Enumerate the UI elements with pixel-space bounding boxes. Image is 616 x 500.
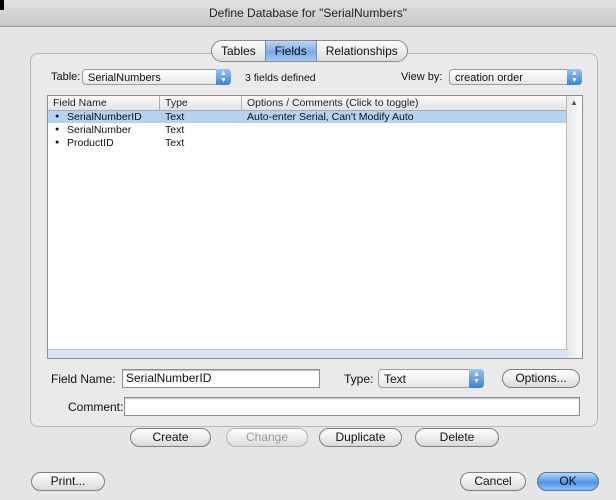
options-button[interactable]: Options... bbox=[502, 369, 580, 388]
column-header-field-name[interactable]: Field Name bbox=[48, 96, 160, 110]
scroll-up-arrow-icon[interactable]: ▲ bbox=[570, 98, 578, 107]
window-title: Define Database for "SerialNumbers" bbox=[209, 6, 407, 20]
title-bar: Define Database for "SerialNumbers" bbox=[0, 0, 616, 27]
print-button[interactable]: Print... bbox=[31, 472, 105, 491]
vertical-scrollbar[interactable]: ▲ bbox=[566, 96, 582, 358]
list-header: Field Name Type Options / Comments (Clic… bbox=[48, 96, 568, 111]
row-field-name: SerialNumber bbox=[67, 124, 132, 136]
fields-list[interactable]: Field Name Type Options / Comments (Clic… bbox=[47, 95, 583, 359]
type-label: Type: bbox=[344, 372, 374, 386]
ok-button[interactable]: OK bbox=[537, 472, 599, 491]
view-by-label: View by: bbox=[401, 71, 443, 83]
bullet-icon: ● bbox=[55, 126, 60, 133]
delete-button[interactable]: Delete bbox=[415, 428, 499, 447]
column-header-type[interactable]: Type bbox=[160, 96, 242, 110]
table-popup-value: SerialNumbers bbox=[88, 72, 161, 84]
tab-relationships[interactable]: Relationships bbox=[317, 41, 407, 61]
table-row[interactable]: ● SerialNumber Text bbox=[48, 124, 568, 136]
cancel-button[interactable]: Cancel bbox=[460, 472, 526, 491]
table-row[interactable]: ● ProductID Text bbox=[48, 137, 568, 149]
view-by-value: creation order bbox=[455, 72, 523, 84]
table-row[interactable]: ● SerialNumberID Text Auto-enter Serial,… bbox=[48, 111, 568, 123]
change-button[interactable]: Change bbox=[226, 428, 308, 447]
row-field-type: Text bbox=[165, 137, 185, 149]
popup-arrows-icon: ▲ ▼ bbox=[469, 369, 484, 388]
row-field-name: ProductID bbox=[67, 137, 114, 149]
type-popup-value: Text bbox=[384, 372, 407, 386]
duplicate-button[interactable]: Duplicate bbox=[319, 428, 402, 447]
bullet-icon: ● bbox=[55, 113, 60, 120]
field-name-input[interactable]: SerialNumberID bbox=[122, 369, 320, 388]
popup-arrows-icon: ▲ ▼ bbox=[567, 69, 582, 85]
tab-bar: Tables Fields Relationships bbox=[211, 40, 408, 62]
bullet-icon: ● bbox=[55, 139, 60, 146]
tab-fields[interactable]: Fields bbox=[264, 41, 317, 61]
fields-count: 3 fields defined bbox=[245, 72, 316, 84]
field-name-label: Field Name: bbox=[51, 372, 116, 386]
comment-input[interactable] bbox=[124, 397, 580, 416]
column-header-options[interactable]: Options / Comments (Click to toggle) bbox=[242, 96, 568, 110]
horizontal-scrollbar[interactable] bbox=[48, 349, 568, 358]
table-popup[interactable]: SerialNumbers ▲ ▼ bbox=[82, 69, 231, 85]
table-label: Table: bbox=[51, 71, 81, 83]
row-field-type: Text bbox=[165, 111, 185, 123]
tab-tables[interactable]: Tables bbox=[212, 41, 265, 61]
popup-arrows-icon: ▲ ▼ bbox=[216, 69, 231, 85]
create-button[interactable]: Create bbox=[130, 428, 211, 447]
view-by-popup[interactable]: creation order ▲ ▼ bbox=[449, 69, 582, 85]
row-field-type: Text bbox=[165, 124, 185, 136]
type-popup[interactable]: Text ▲ ▼ bbox=[378, 369, 484, 388]
comment-label: Comment: bbox=[68, 400, 124, 414]
row-field-options: Auto-enter Serial, Can't Modify Auto bbox=[247, 111, 414, 123]
row-field-name: SerialNumberID bbox=[67, 111, 142, 123]
